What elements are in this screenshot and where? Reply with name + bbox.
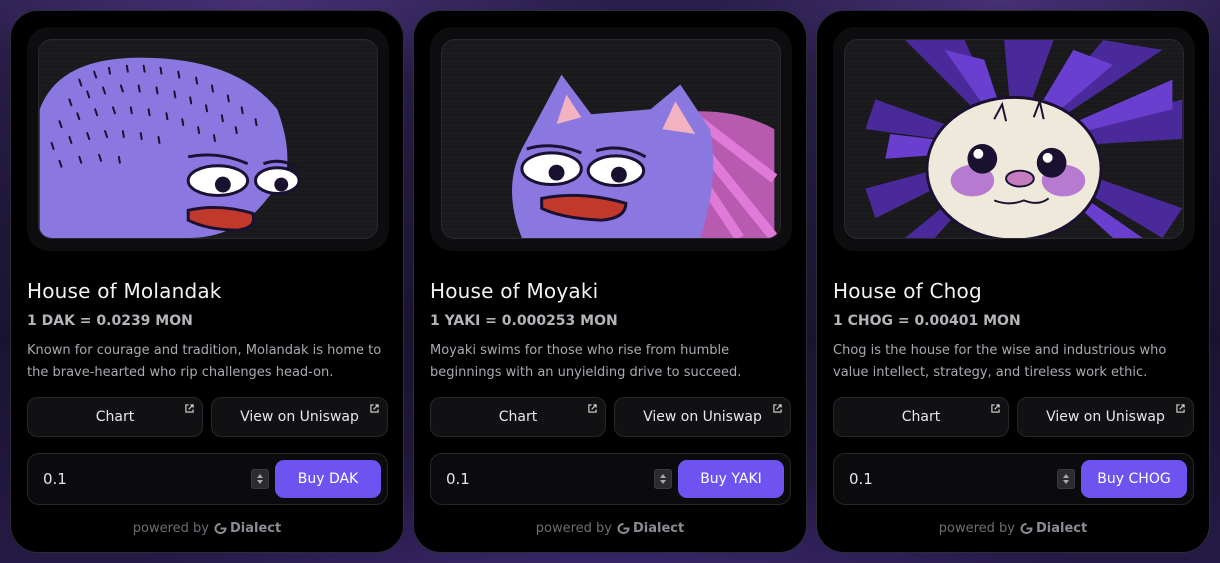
dialect-logo-icon [617,523,630,534]
external-link-icon [588,404,597,413]
external-link-icon [773,404,782,413]
chart-button[interactable]: Chart [833,397,1009,437]
token-card-chog: House of Chog 1 CHOG = 0.00401 MON Chog … [816,10,1210,553]
powered-by-footer: powered by Dialect [414,521,806,536]
amount-stepper[interactable] [251,469,269,489]
powered-by-text: powered by [535,521,612,536]
view-on-uniswap-button[interactable]: View on Uniswap [211,397,388,437]
stepper-up-icon[interactable] [257,474,263,478]
amount-input[interactable]: 0.1 [849,470,873,488]
card-title: House of Molandak [27,279,222,303]
card-image-frame [430,27,792,251]
powered-by-footer: powered by Dialect [11,521,403,536]
amount-input[interactable]: 0.1 [43,470,67,488]
token-rate: 1 DAK = 0.0239 MON [27,313,193,329]
buy-button[interactable]: Buy YAKI [678,460,784,498]
dialect-brand[interactable]: Dialect [214,521,281,536]
view-on-uniswap-button[interactable]: View on Uniswap [614,397,791,437]
token-rate: 1 CHOG = 0.00401 MON [833,313,1021,329]
uniswap-button-label: View on Uniswap [1046,409,1165,425]
chart-button-label: Chart [95,409,135,425]
chart-button-label: Chart [901,409,941,425]
amount-stepper[interactable] [1057,469,1075,489]
moyaki-image [441,39,781,239]
card-title: House of Moyaki [430,279,599,303]
buy-form: 0.1 Buy DAK [27,453,388,505]
stepper-down-icon[interactable] [257,480,263,484]
token-card-molandak: House of Molandak 1 DAK = 0.0239 MON Kno… [10,10,404,553]
chart-button[interactable]: Chart [27,397,203,437]
molandak-image [38,39,378,239]
stepper-down-icon[interactable] [1063,480,1069,484]
token-card-moyaki: House of Moyaki 1 YAKI = 0.000253 MON Mo… [413,10,807,553]
stepper-up-icon[interactable] [1063,474,1069,478]
dialect-brand-label: Dialect [1036,521,1088,536]
view-on-uniswap-button[interactable]: View on Uniswap [1017,397,1194,437]
card-description: Known for courage and tradition, Molanda… [27,343,382,380]
buy-button[interactable]: Buy CHOG [1081,460,1187,498]
card-image-frame [833,27,1195,251]
chog-image [844,39,1184,239]
dialect-logo-icon [1020,523,1033,534]
buy-form: 0.1 Buy CHOG [833,453,1194,505]
amount-input[interactable]: 0.1 [446,470,470,488]
dialect-brand[interactable]: Dialect [1020,521,1087,536]
stepper-down-icon[interactable] [660,480,666,484]
stepper-up-icon[interactable] [660,474,666,478]
powered-by-footer: powered by Dialect [817,521,1209,536]
dialect-brand-label: Dialect [633,521,685,536]
card-image-frame [27,27,389,251]
card-description: Moyaki swims for those who rise from hum… [430,343,742,380]
dialect-logo-icon [214,523,227,534]
card-description: Chog is the house for the wise and indus… [833,343,1167,380]
buy-button[interactable]: Buy DAK [275,460,381,498]
external-link-icon [370,404,379,413]
uniswap-button-label: View on Uniswap [240,409,359,425]
buy-form: 0.1 Buy YAKI [430,453,791,505]
external-link-icon [185,404,194,413]
dialect-brand[interactable]: Dialect [617,521,684,536]
dialect-brand-label: Dialect [230,521,282,536]
amount-stepper[interactable] [654,469,672,489]
powered-by-text: powered by [938,521,1015,536]
card-title: House of Chog [833,279,982,303]
token-rate: 1 YAKI = 0.000253 MON [430,313,618,329]
external-link-icon [1176,404,1185,413]
chart-button[interactable]: Chart [430,397,606,437]
powered-by-text: powered by [132,521,209,536]
external-link-icon [991,404,1000,413]
chart-button-label: Chart [498,409,538,425]
uniswap-button-label: View on Uniswap [643,409,762,425]
